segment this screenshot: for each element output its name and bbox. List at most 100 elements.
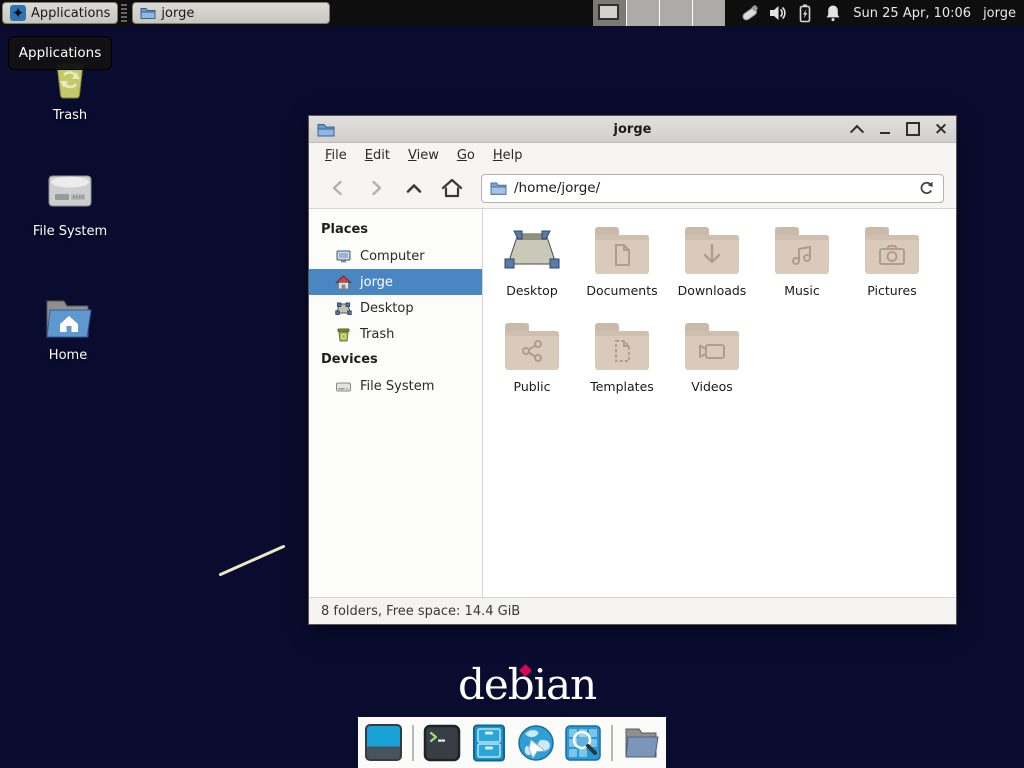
debian-logo: debian xyxy=(458,660,596,709)
taskbar-button-label: jorge xyxy=(161,6,194,21)
shade-window-button[interactable] xyxy=(850,122,864,136)
status-bar: 8 folders, Free space: 14.4 GiB xyxy=(309,597,956,624)
show-desktop-icon xyxy=(365,724,402,761)
path-input[interactable]: /home/jorge/ xyxy=(514,180,911,196)
menu-file[interactable]: File xyxy=(316,145,356,166)
workspace-3[interactable] xyxy=(659,0,692,26)
workspace-window-preview xyxy=(598,4,619,20)
desktop-screen: ✦ Applications jorge xyxy=(0,0,1024,768)
file-item-downloads[interactable]: Downloads xyxy=(667,225,757,321)
folder-icon-public xyxy=(505,323,559,370)
sidebar-item-label: Computer xyxy=(360,249,425,264)
show-desktop-launcher[interactable] xyxy=(365,724,403,762)
window-controls: × xyxy=(850,122,948,136)
applications-menu-label: Applications xyxy=(31,6,110,21)
reload-icon[interactable] xyxy=(918,180,935,197)
dock-separator xyxy=(412,725,414,761)
input-device-tray-icon[interactable] xyxy=(739,3,759,23)
panel-username[interactable]: jorge xyxy=(983,6,1016,21)
file-item-label: Documents xyxy=(586,283,657,298)
application-finder-launcher[interactable] xyxy=(564,724,602,762)
file-item-templates[interactable]: Templates xyxy=(577,321,667,417)
devices-header: Devices xyxy=(309,347,482,373)
file-item-label: Templates xyxy=(590,379,654,394)
sidebar-item-trash[interactable]: Trash xyxy=(309,321,482,347)
computer-icon xyxy=(335,248,352,265)
workspace-2[interactable] xyxy=(626,0,659,26)
panel-clock[interactable]: Sun 25 Apr, 10:06 xyxy=(853,6,971,21)
back-button[interactable] xyxy=(321,173,355,203)
folder-icon-downloads xyxy=(685,227,739,274)
file-item-label: Pictures xyxy=(867,283,917,298)
file-item-documents[interactable]: Documents xyxy=(577,225,667,321)
desktop-icon xyxy=(335,300,352,317)
sidebar-item-label: Trash xyxy=(360,327,394,342)
window-folder-icon xyxy=(317,122,335,137)
sidebar: Places Computer jorge xyxy=(309,209,483,597)
maximize-button[interactable] xyxy=(906,122,920,136)
forward-button[interactable] xyxy=(359,173,393,203)
applications-menu-button[interactable]: ✦ Applications xyxy=(2,2,118,24)
sidebar-item-jorge[interactable]: jorge xyxy=(309,269,482,295)
workspace-4[interactable] xyxy=(692,0,725,26)
file-item-label: Desktop xyxy=(506,283,558,298)
tooltip-text: Applications xyxy=(19,45,101,61)
file-item-desktop[interactable]: Desktop xyxy=(487,225,577,321)
taskbar-button-jorge[interactable]: jorge xyxy=(132,2,330,24)
workspace-1[interactable] xyxy=(593,0,626,26)
sidebar-item-computer[interactable]: Computer xyxy=(309,243,482,269)
menu-edit[interactable]: Edit xyxy=(356,145,399,166)
folder-icon-music xyxy=(775,227,829,274)
up-button[interactable] xyxy=(397,173,431,203)
applications-logo-icon: ✦ xyxy=(10,5,26,21)
file-item-public[interactable]: Public xyxy=(487,321,577,417)
sidebar-item-file-system[interactable]: File System xyxy=(309,373,482,399)
trash-icon xyxy=(335,326,352,343)
desktop-special-icon xyxy=(504,225,560,274)
dock-separator xyxy=(611,725,613,761)
web-browser-launcher[interactable] xyxy=(517,724,555,762)
panel-handle[interactable] xyxy=(121,4,127,22)
location-bar[interactable]: /home/jorge/ xyxy=(481,174,944,203)
menu-view[interactable]: View xyxy=(399,145,448,166)
home-icon xyxy=(335,274,352,291)
workspace-switcher[interactable] xyxy=(593,0,725,26)
sidebar-item-label: jorge xyxy=(360,275,393,290)
file-item-pictures[interactable]: Pictures xyxy=(847,225,937,321)
top-panel: ✦ Applications jorge xyxy=(0,0,1024,26)
status-text: 8 folders, Free space: 14.4 GiB xyxy=(321,604,520,619)
file-item-videos[interactable]: Videos xyxy=(667,321,757,417)
desktop-icon-home[interactable]: Home xyxy=(20,296,116,363)
folder-icon xyxy=(622,726,660,760)
app-finder-icon xyxy=(564,724,602,762)
home-button[interactable] xyxy=(435,173,469,203)
terminal-launcher[interactable] xyxy=(423,724,461,762)
folder-icon xyxy=(140,6,156,20)
folder-launcher[interactable] xyxy=(622,724,660,762)
menu-go[interactable]: Go xyxy=(448,145,484,166)
notifications-bell-tray-icon[interactable] xyxy=(823,3,843,23)
battery-tray-icon[interactable] xyxy=(795,3,815,23)
file-grid: Desktop Documents Downloads xyxy=(483,209,956,597)
sidebar-item-desktop[interactable]: Desktop xyxy=(309,295,482,321)
home-folder-icon xyxy=(42,296,94,342)
sidebar-item-label: File System xyxy=(360,379,434,394)
folder-icon-videos xyxy=(685,323,739,370)
file-manager-launcher[interactable] xyxy=(470,724,508,762)
toolbar: /home/jorge/ xyxy=(309,168,956,209)
volume-tray-icon[interactable] xyxy=(767,3,787,23)
file-item-music[interactable]: Music xyxy=(757,225,847,321)
desktop-icon-file-system[interactable]: File System xyxy=(22,168,118,239)
bottom-dock xyxy=(358,717,666,768)
folder-icon-documents xyxy=(595,227,649,274)
file-cabinet-icon xyxy=(472,724,506,762)
file-manager-window: jorge × File Edit View Go Help xyxy=(308,115,957,625)
hard-drive-icon xyxy=(335,378,352,395)
hard-drive-icon xyxy=(44,168,96,218)
minimize-button[interactable] xyxy=(878,122,892,136)
close-button[interactable]: × xyxy=(934,122,948,136)
menu-help[interactable]: Help xyxy=(484,145,532,166)
path-folder-icon xyxy=(490,181,507,195)
desktop-icon-label: Trash xyxy=(53,108,87,123)
window-titlebar[interactable]: jorge × xyxy=(309,116,956,143)
